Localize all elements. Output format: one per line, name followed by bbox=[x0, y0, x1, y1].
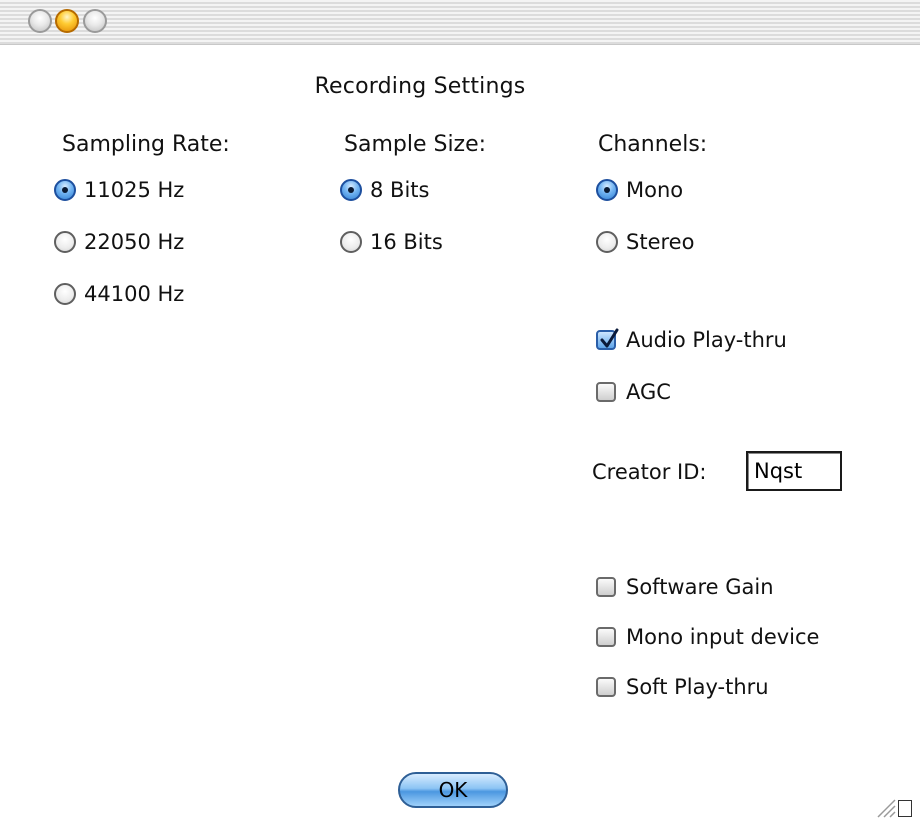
radio-mono[interactable]: Mono bbox=[596, 175, 683, 205]
radio-label: 11025 Hz bbox=[84, 178, 185, 202]
radio-8-bits[interactable]: 8 Bits bbox=[340, 175, 429, 205]
radio-button[interactable] bbox=[54, 231, 76, 253]
ok-button[interactable]: OK bbox=[398, 772, 508, 808]
dialog-title: Recording Settings bbox=[314, 74, 526, 99]
radio-label: Mono bbox=[626, 178, 684, 202]
checkbox-checked[interactable] bbox=[596, 328, 619, 350]
resize-grip-icon[interactable] bbox=[874, 796, 896, 818]
radio-label: 22050 Hz bbox=[84, 230, 185, 254]
checkbox-label: Mono input device bbox=[626, 625, 820, 649]
checkbox-label: Audio Play-thru bbox=[626, 328, 787, 352]
checkbox[interactable] bbox=[596, 382, 616, 402]
radio-button-selected[interactable] bbox=[340, 179, 362, 201]
radio-button[interactable] bbox=[340, 231, 362, 253]
title-bar[interactable] bbox=[0, 0, 920, 45]
checkbox[interactable] bbox=[596, 677, 616, 697]
audio-play-thru-checkbox[interactable]: Audio Play-thru bbox=[596, 325, 787, 355]
checkbox-label: Soft Play-thru bbox=[626, 675, 769, 699]
checkmark-icon bbox=[600, 328, 619, 348]
minimize-button[interactable] bbox=[55, 9, 79, 33]
radio-label: 16 Bits bbox=[370, 230, 443, 254]
software-gain-checkbox[interactable]: Software Gain bbox=[596, 572, 774, 602]
radio-button-selected[interactable] bbox=[596, 179, 618, 201]
radio-stereo[interactable]: Stereo bbox=[596, 227, 694, 257]
radio-11025[interactable]: 11025 Hz bbox=[54, 175, 184, 205]
checkbox-label: Software Gain bbox=[626, 575, 774, 599]
zoom-button[interactable] bbox=[83, 9, 107, 33]
radio-44100[interactable]: 44100 Hz bbox=[54, 279, 184, 309]
window-edge-fragment bbox=[898, 800, 912, 817]
sampling-rate-label: Sampling Rate: bbox=[62, 132, 230, 157]
close-button[interactable] bbox=[28, 9, 52, 33]
radio-button[interactable] bbox=[54, 283, 76, 305]
radio-label: Stereo bbox=[626, 230, 695, 254]
channels-label: Channels: bbox=[598, 132, 708, 157]
creator-id-label: Creator ID: bbox=[592, 460, 707, 484]
radio-label: 44100 Hz bbox=[84, 282, 185, 306]
checkbox-label: AGC bbox=[626, 380, 671, 404]
radio-button-selected[interactable] bbox=[54, 179, 76, 201]
checkbox[interactable] bbox=[596, 577, 616, 597]
agc-checkbox[interactable]: AGC bbox=[596, 377, 671, 407]
radio-22050[interactable]: 22050 Hz bbox=[54, 227, 184, 257]
checkbox[interactable] bbox=[596, 627, 616, 647]
radio-label: 8 Bits bbox=[370, 178, 430, 202]
soft-play-thru-checkbox[interactable]: Soft Play-thru bbox=[596, 672, 769, 702]
radio-16-bits[interactable]: 16 Bits bbox=[340, 227, 443, 257]
radio-button[interactable] bbox=[596, 231, 618, 253]
sample-size-label: Sample Size: bbox=[344, 132, 487, 157]
creator-id-input[interactable] bbox=[746, 451, 842, 491]
mono-input-device-checkbox[interactable]: Mono input device bbox=[596, 622, 819, 652]
